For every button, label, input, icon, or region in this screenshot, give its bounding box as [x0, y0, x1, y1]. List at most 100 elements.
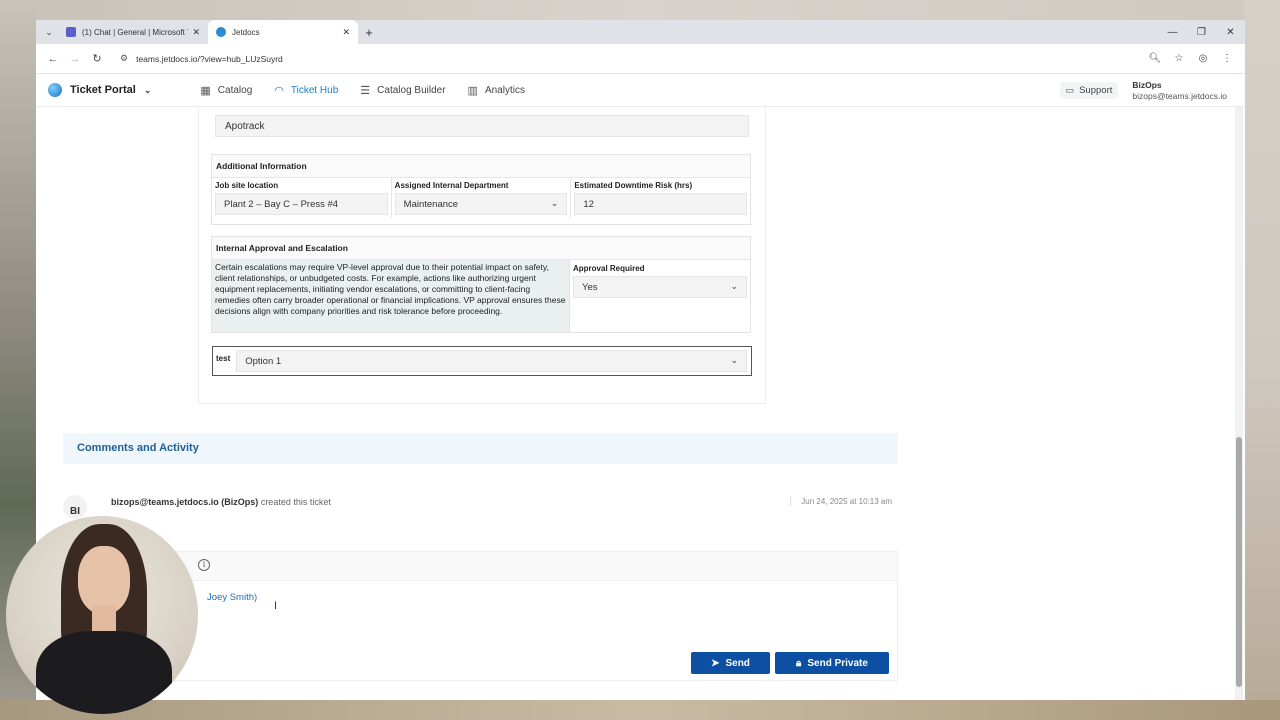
field-value: 12 — [583, 199, 594, 210]
portal-switcher[interactable]: Ticket Portal ⌄ — [48, 83, 151, 97]
tab-strip: ⌄ (1) Chat | General | Microsoft Te ✕ Je… — [36, 20, 1245, 44]
forward-icon[interactable]: → — [64, 48, 86, 70]
user-email: bizops@teams.jetdocs.io — [1132, 90, 1227, 101]
close-tab-icon[interactable]: ✕ — [192, 27, 200, 38]
field-value: Yes — [582, 282, 598, 293]
browser-window: ⌄ (1) Chat | General | Microsoft Te ✕ Je… — [36, 20, 1245, 700]
nav-catalog-builder[interactable]: ☰ Catalog Builder — [349, 74, 456, 107]
chevron-down-icon: ⌄ — [730, 355, 738, 365]
close-tab-icon[interactable]: ✕ — [342, 27, 350, 38]
tab-jetdocs[interactable]: Jetdocs ✕ — [208, 20, 358, 44]
downtime-input[interactable]: 12 — [574, 193, 748, 215]
text-cursor-icon: I — [274, 600, 278, 612]
browser-actions: 🔍︎ ☆ ◎ ⋮ — [1143, 53, 1239, 64]
activity-actor: bizops@teams.jetdocs.io (BizOps) — [111, 497, 259, 507]
site-settings-icon[interactable]: ⚙ — [120, 53, 128, 64]
section-heading: Additional Information — [212, 155, 750, 178]
department-column: Assigned Internal Department Maintenance… — [392, 178, 572, 218]
new-tab-icon[interactable]: + — [358, 20, 380, 44]
tab-title: Jetdocs — [232, 27, 260, 37]
nav-label: Catalog Builder — [377, 84, 446, 96]
jetdocs-favicon-icon — [216, 27, 226, 37]
ticket-form-card: Apotrack Additional Information Job site… — [198, 107, 766, 404]
department-select[interactable]: Maintenance ⌄ — [394, 193, 568, 215]
user-name: BizOps — [1132, 79, 1162, 90]
back-icon[interactable]: ← — [42, 48, 64, 70]
approval-description: Certain escalations may require VP-level… — [212, 260, 570, 332]
send-private-button[interactable]: 🔒︎ Send Private — [775, 652, 889, 674]
nav-label: Analytics — [484, 84, 525, 96]
field-value: Plant 2 – Bay C – Press #4 — [224, 199, 339, 210]
field-label: Estimated Downtime Risk (hrs) — [574, 181, 693, 190]
nav-catalog[interactable]: ▦ Catalog — [189, 74, 263, 107]
url-text: teams.jetdocs.io/?view=hub_LUzSuyrd — [136, 53, 283, 64]
tab-teams-chat[interactable]: (1) Chat | General | Microsoft Te ✕ — [58, 20, 208, 44]
portal-name: Ticket Portal — [70, 84, 136, 96]
backdrop-right — [1244, 0, 1280, 720]
job-site-input[interactable]: Plant 2 – Bay C – Press #4 — [215, 193, 388, 215]
support-chat-icon: ▭ — [1065, 85, 1075, 95]
zoom-icon[interactable]: 🔍︎ — [1143, 53, 1167, 64]
close-window-icon[interactable]: ✕ — [1216, 20, 1245, 44]
chevron-down-icon: ⌄ — [550, 198, 559, 208]
comments-heading: Comments and Activity — [63, 433, 898, 464]
field-label: Approval Required — [573, 264, 645, 273]
composer-mention[interactable]: Joey Smith) — [207, 592, 257, 603]
send-button[interactable]: ➤ Send — [691, 652, 770, 674]
composer-actions: ➤ Send 🔒︎ Send Private — [686, 652, 889, 674]
presenter-video-bubble — [6, 516, 198, 714]
nav-ticket-hub[interactable]: ◠ Ticket Hub — [263, 74, 349, 107]
job-site-column: Job site location Plant 2 – Bay C – Pres… — [212, 178, 392, 218]
page-scrollbar[interactable] — [1235, 107, 1243, 700]
activity-message: bizops@teams.jetdocs.io (BizOps) created… — [111, 497, 331, 507]
test-select[interactable]: Option 1 ⌄ — [236, 350, 747, 372]
approval-required-column: Approval Required Yes ⌄ — [570, 260, 750, 332]
tab-search-icon[interactable]: ⌄ — [40, 20, 58, 44]
nav-label: Catalog — [217, 84, 253, 96]
app-nav: ▦ Catalog ◠ Ticket Hub ☰ Catalog Builder… — [189, 74, 536, 107]
menu-kebab-icon[interactable]: ⋮ — [1215, 53, 1239, 64]
app-header: Ticket Portal ⌄ ▦ Catalog ◠ Ticket Hub ☰… — [36, 74, 1245, 107]
reload-icon[interactable]: ↻ — [86, 48, 108, 70]
minimize-icon[interactable]: — — [1158, 20, 1187, 44]
backdrop-bottom — [0, 700, 1280, 720]
activity-item: BI bizops@teams.jetdocs.io (BizOps) crea… — [63, 492, 898, 532]
lock-icon: 🔒︎ — [796, 657, 802, 669]
support-label: Support — [1079, 85, 1113, 96]
url-field[interactable]: ⚙ teams.jetdocs.io/?view=hub_LUzSuyrd — [116, 48, 1135, 70]
bookmark-star-icon[interactable]: ☆ — [1167, 53, 1191, 64]
header-right: ▭ Support BizOps bizops@teams.jetdocs.io — [1059, 74, 1227, 107]
restore-icon[interactable]: ❐ — [1187, 20, 1216, 44]
send-icon: ➤ — [711, 657, 720, 669]
scrollbar-thumb[interactable] — [1236, 437, 1242, 687]
send-private-label: Send Private — [807, 657, 868, 669]
user-menu[interactable]: BizOps bizops@teams.jetdocs.io — [1132, 80, 1227, 102]
backdrop-top — [0, 0, 1280, 20]
field-label: Job site location — [215, 181, 279, 190]
chart-icon: ▥ — [467, 84, 478, 97]
builder-icon: ☰ — [360, 84, 371, 97]
grid-icon: ▦ — [200, 84, 211, 97]
field-value: Maintenance — [403, 199, 459, 210]
nav-analytics[interactable]: ▥ Analytics — [457, 74, 536, 107]
additional-information-section: Additional Information Job site location… — [211, 154, 751, 225]
field-value: Option 1 — [245, 356, 282, 367]
info-icon[interactable]: i — [198, 559, 210, 571]
downtime-column: Estimated Downtime Risk (hrs) 12 — [571, 178, 750, 218]
support-button[interactable]: ▭ Support — [1059, 82, 1119, 99]
profile-icon[interactable]: ◎ — [1191, 53, 1215, 64]
presenter-body — [36, 631, 172, 714]
approval-section: Internal Approval and Escalation Certain… — [211, 236, 751, 333]
avatar: BI — [63, 495, 87, 519]
test-field-row: test Option 1 ⌄ — [212, 346, 752, 376]
approval-required-select[interactable]: Yes ⌄ — [573, 276, 747, 298]
field-label: Assigned Internal Department — [394, 181, 509, 190]
teams-favicon-icon — [66, 27, 76, 37]
activity-timestamp: Jun 24, 2025 at 10:13 am — [790, 497, 892, 506]
activity-action: created this ticket — [260, 497, 331, 507]
field-label: test — [216, 353, 231, 363]
presenter-face — [78, 546, 130, 614]
portal-logo-icon — [48, 83, 62, 97]
nav-label: Ticket Hub — [290, 84, 339, 96]
window-controls: — ❐ ✕ — [1158, 20, 1245, 44]
